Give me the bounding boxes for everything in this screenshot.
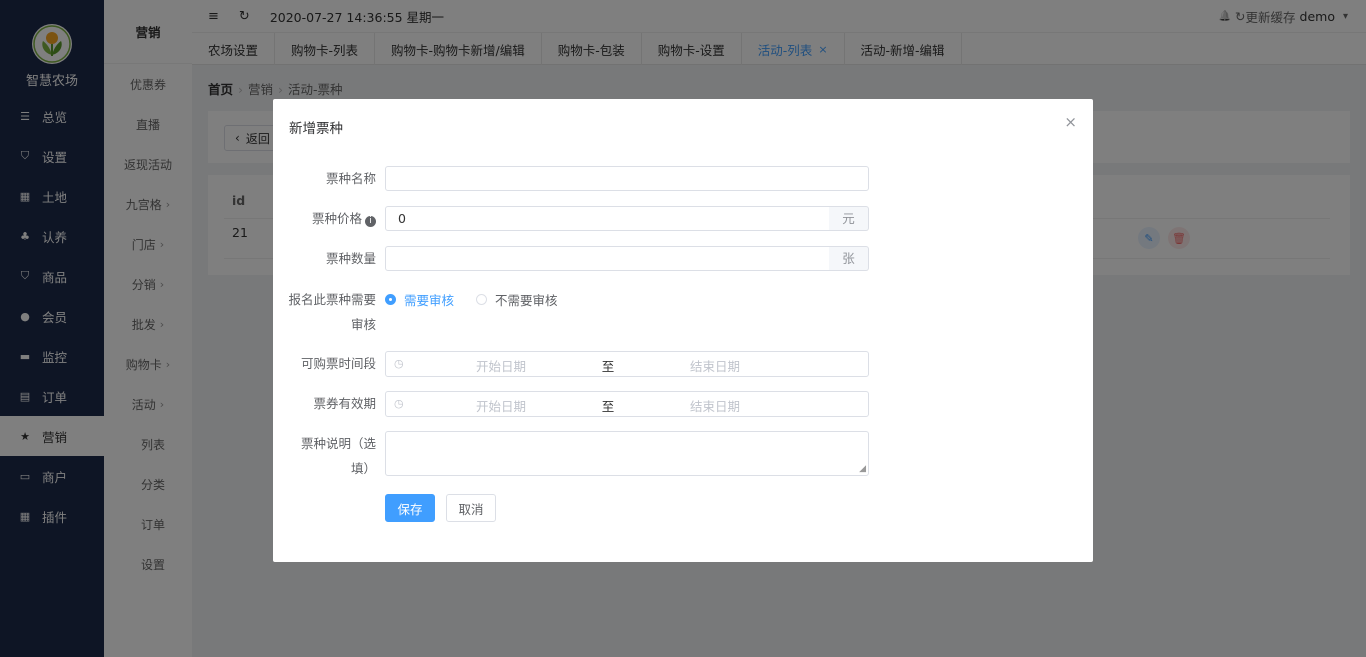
- ticket-quantity-input[interactable]: [385, 246, 830, 271]
- buy-period-start-input[interactable]: 开始日期: [410, 356, 592, 375]
- review-label-line1: 报名此票种需要: [288, 292, 376, 307]
- description-textarea[interactable]: ◢: [385, 431, 869, 476]
- description-label-line1: 票种说明（选: [300, 436, 376, 451]
- review-required-label: 报名此票种需要审核: [273, 287, 376, 337]
- valid-period-label: 票券有效期: [313, 396, 376, 411]
- dialog-title: 新增票种: [289, 121, 343, 137]
- range-separator: 至: [601, 359, 615, 374]
- radio-label: 不需要审核: [495, 293, 558, 308]
- ticket-price-label-text: 票种价格: [311, 211, 362, 226]
- ticket-price-label: 票种价格 i: [273, 206, 376, 231]
- review-radio-option[interactable]: 不需要审核: [476, 290, 558, 309]
- add-ticket-dialog: 新增票种 × 票种名称 票种价格 i 0 元 票种数量 张 报名此票种需要审核 需…: [273, 99, 1093, 562]
- description-label-line2: 填）: [350, 461, 376, 476]
- quantity-unit: 张: [829, 246, 869, 271]
- clock-icon: ◷: [394, 357, 404, 370]
- review-radio-group: 需要审核 不需要审核: [385, 287, 580, 312]
- radio-circle-icon: [385, 294, 396, 305]
- valid-period-start-input[interactable]: 开始日期: [410, 396, 592, 415]
- buy-period-end-input[interactable]: 结束日期: [624, 356, 806, 375]
- clock-icon: ◷: [394, 397, 404, 410]
- ticket-price-input[interactable]: 0: [385, 206, 830, 231]
- cancel-button[interactable]: 取消: [446, 494, 496, 522]
- valid-period-end-input[interactable]: 结束日期: [624, 396, 806, 415]
- review-label-line2: 审核: [350, 317, 376, 332]
- radio-label: 需要审核: [404, 293, 455, 308]
- range-separator: 至: [601, 399, 615, 414]
- ticket-name-label: 票种名称: [325, 171, 376, 186]
- review-radio-option[interactable]: 需要审核: [385, 290, 454, 309]
- save-button[interactable]: 保存: [385, 494, 435, 522]
- ticket-name-input[interactable]: [385, 166, 869, 191]
- close-icon[interactable]: ×: [1064, 113, 1077, 131]
- ticket-quantity-label: 票种数量: [325, 251, 376, 266]
- valid-period-range-picker[interactable]: ◷ 开始日期 至 结束日期: [385, 391, 869, 417]
- price-unit: 元: [829, 206, 869, 231]
- info-icon[interactable]: i: [365, 216, 376, 227]
- radio-circle-icon: [476, 294, 488, 305]
- buy-period-range-picker[interactable]: ◷ 开始日期 至 结束日期: [385, 351, 869, 377]
- description-label: 票种说明（选填）: [273, 431, 376, 481]
- resize-handle-icon[interactable]: ◢: [859, 464, 866, 474]
- buy-period-label: 可购票时间段: [300, 356, 376, 371]
